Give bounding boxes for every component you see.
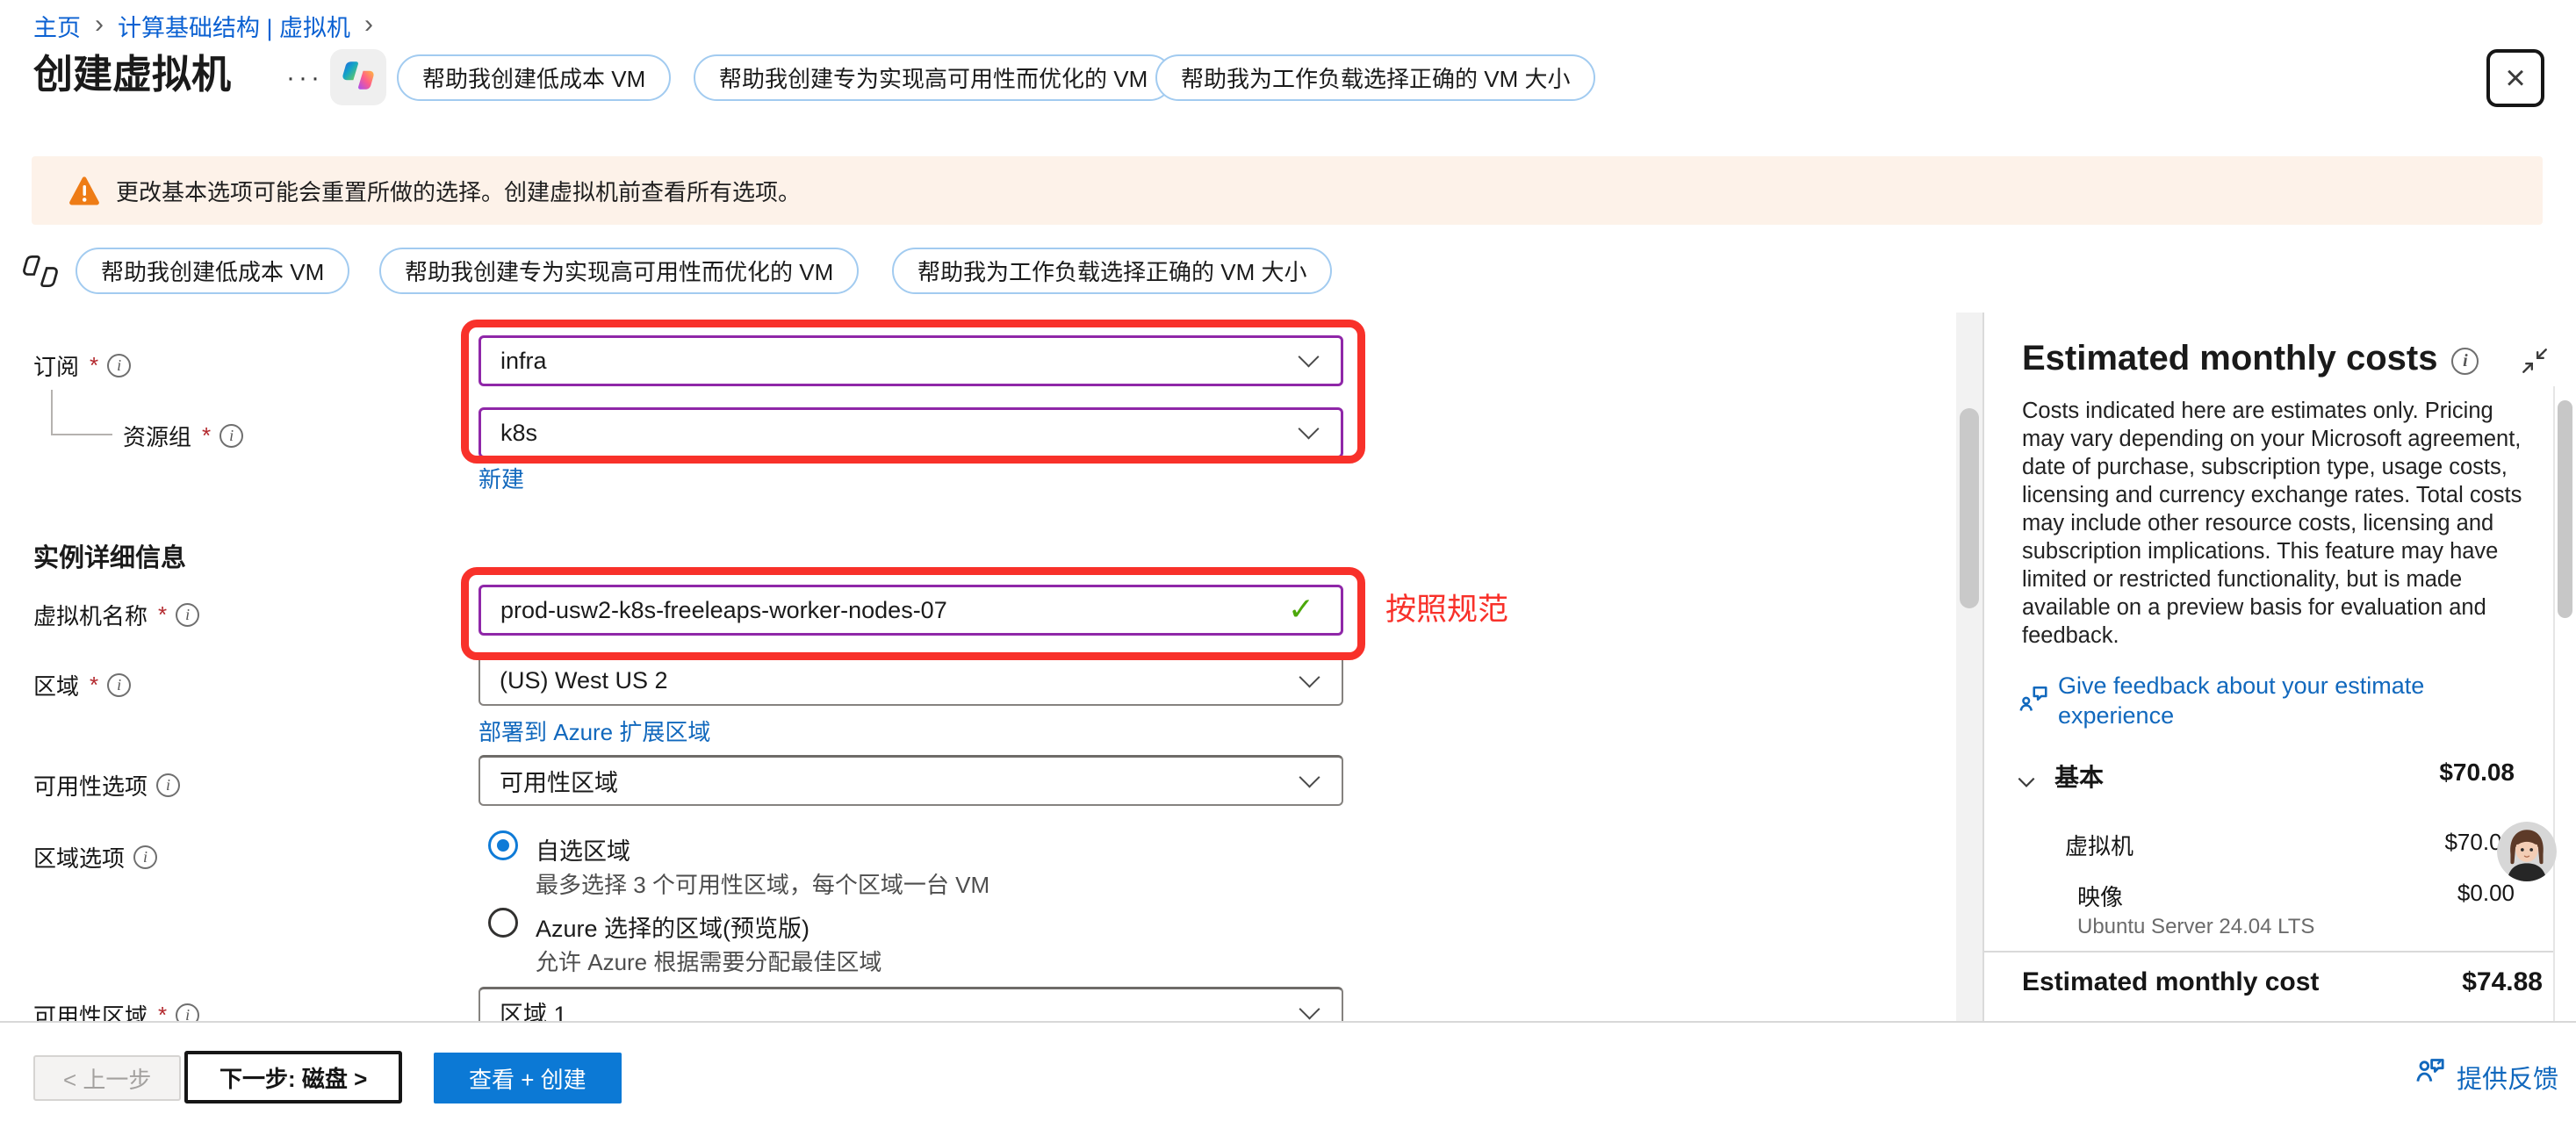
close-button[interactable]: × (2486, 49, 2544, 107)
region-value: (US) West US 2 (500, 667, 668, 694)
create-new-resource-group-link[interactable]: 新建 (479, 462, 524, 494)
breadcrumb-compute-vm[interactable]: 计算基础结构 | 虚拟机 (118, 9, 350, 43)
breadcrumb: 主页 › 计算基础结构 | 虚拟机 › (33, 9, 373, 43)
zone-options-label: 区域选项 i (33, 841, 157, 873)
resource-group-label: 资源组 * i (123, 420, 243, 452)
cost-item-name: 虚拟机 (2065, 829, 2133, 861)
radio-self-select-label[interactable]: 自选区域 (536, 832, 630, 866)
previous-step-button[interactable]: < 上一步 (33, 1055, 181, 1101)
info-icon[interactable]: i (107, 354, 131, 377)
vm-name-input[interactable]: prod-usw2-k8s-freeleaps-worker-nodes-07 … (479, 585, 1343, 636)
radio-azure-select-label[interactable]: Azure 选择的区域(预览版) (536, 909, 809, 944)
copilot-suggestion-low-cost[interactable]: 帮助我创建低成本 VM (76, 248, 349, 294)
availability-options-select[interactable]: 可用性区域 (479, 755, 1343, 806)
chevron-down-icon (1298, 418, 1319, 439)
warning-banner: 更改基本选项可能会重置所做的选择。创建虚拟机前查看所有选项。 (32, 156, 2543, 225)
resource-group-value: k8s (500, 420, 537, 447)
vm-name-value: prod-usw2-k8s-freeleaps-worker-nodes-07 (500, 597, 947, 624)
cost-item-amount: $70.08 (2283, 829, 2515, 856)
next-step-disks-button[interactable]: 下一步: 磁盘 > (184, 1051, 402, 1103)
availability-options-value: 可用性区域 (500, 764, 618, 798)
required-marker: * (158, 601, 167, 629)
total-cost-label: Estimated monthly cost (2022, 967, 2319, 997)
deploy-edge-zone-link[interactable]: 部署到 Azure 扩展区域 (479, 715, 710, 747)
estimate-feedback-link[interactable]: Give feedback about your estimate experi… (2058, 671, 2522, 730)
total-cost-amount: $74.88 (2283, 967, 2543, 997)
valid-check-icon: ✓ (1288, 591, 1314, 628)
copilot-suggestion-vm-size[interactable]: 帮助我为工作负载选择正确的 VM 大小 (1155, 54, 1595, 101)
warning-banner-text: 更改基本选项可能会重置所做的选择。创建虚拟机前查看所有选项。 (116, 175, 801, 207)
copilot-suggestion-vm-size[interactable]: 帮助我为工作负载选择正确的 VM 大小 (892, 248, 1332, 294)
radio-azure-select-description: 允许 Azure 根据需要分配最佳区域 (536, 945, 881, 977)
cost-group-name[interactable]: 基本 (2054, 758, 2104, 794)
info-icon[interactable]: i (176, 603, 199, 627)
assistant-avatar[interactable] (2497, 822, 2557, 881)
copilot-outline-icon (18, 249, 63, 293)
cost-item-name: 映像 (2077, 880, 2123, 912)
availability-options-label: 可用性选项 i (33, 769, 180, 802)
cost-group-amount: $70.08 (2283, 758, 2515, 787)
copilot-suggestion-high-availability[interactable]: 帮助我创建专为实现高可用性而优化的 VM (694, 54, 1173, 101)
review-create-button[interactable]: 查看 + 创建 (434, 1053, 622, 1103)
copilot-button[interactable] (330, 49, 386, 105)
chevron-down-icon (1299, 766, 1320, 787)
radio-self-select-zones[interactable] (488, 830, 518, 860)
required-marker: * (202, 422, 211, 449)
close-icon: × (2505, 61, 2525, 96)
panel-scrollbar-thumb[interactable] (2558, 400, 2572, 618)
warning-icon (68, 176, 100, 205)
more-options-button[interactable]: ··· (286, 63, 323, 93)
feedback-icon (2413, 1053, 2448, 1093)
subscription-value: infra (500, 348, 547, 375)
info-icon[interactable]: i (107, 673, 131, 697)
collapse-panel-icon[interactable] (2520, 346, 2550, 380)
radio-azure-select-zones[interactable] (488, 908, 518, 938)
breadcrumb-separator-icon: › (364, 10, 373, 40)
required-marker: * (90, 672, 98, 699)
breadcrumb-separator-icon: › (95, 10, 104, 40)
chevron-down-icon (1299, 666, 1320, 687)
copilot-suggestion-low-cost[interactable]: 帮助我创建低成本 VM (397, 54, 671, 101)
copilot-suggestion-high-availability[interactable]: 帮助我创建专为实现高可用性而优化的 VM (379, 248, 859, 294)
cost-item-subtitle: Ubuntu Server 24.04 LTS (2077, 915, 2314, 939)
main-scrollbar-thumb[interactable] (1960, 408, 1979, 608)
chevron-down-icon (1298, 346, 1319, 367)
copilot-icon (340, 57, 377, 98)
vm-name-label: 虚拟机名称 * i (33, 599, 199, 631)
annotation-text: 按照规范 (1385, 585, 1508, 629)
feedback-icon (2018, 683, 2049, 719)
provide-feedback-link[interactable]: 提供反馈 (2457, 1059, 2558, 1096)
info-icon[interactable]: i (219, 424, 243, 448)
chevron-down-icon (1299, 998, 1320, 1019)
required-marker: * (90, 352, 98, 379)
page-title: 创建虚拟机 (33, 42, 231, 99)
info-icon[interactable]: i (133, 845, 157, 869)
subscription-label: 订阅 * i (33, 349, 131, 382)
field-connector-line (51, 390, 112, 435)
subscription-select[interactable]: infra (479, 335, 1343, 386)
chevron-down-icon[interactable] (2015, 771, 2038, 798)
region-label: 区域 * i (33, 669, 131, 701)
divider (1984, 951, 2553, 952)
radio-self-select-description: 最多选择 3 个可用性区域，每个区域一台 VM (536, 867, 989, 900)
info-icon[interactable]: i (2451, 348, 2479, 375)
resource-group-select[interactable]: k8s (479, 407, 1343, 458)
panel-scrollbar-track (2553, 386, 2555, 1021)
region-select[interactable]: (US) West US 2 (479, 655, 1343, 706)
breadcrumb-home[interactable]: 主页 (33, 9, 81, 43)
cost-panel-title: Estimated monthly costs i (2022, 339, 2479, 378)
panel-divider (1982, 313, 1984, 1021)
instance-details-section-title: 实例详细信息 (33, 537, 186, 574)
info-icon[interactable]: i (156, 773, 180, 797)
cost-item-amount: $0.00 (2283, 880, 2515, 907)
cost-panel-disclaimer: Costs indicated here are estimates only.… (2022, 397, 2538, 650)
